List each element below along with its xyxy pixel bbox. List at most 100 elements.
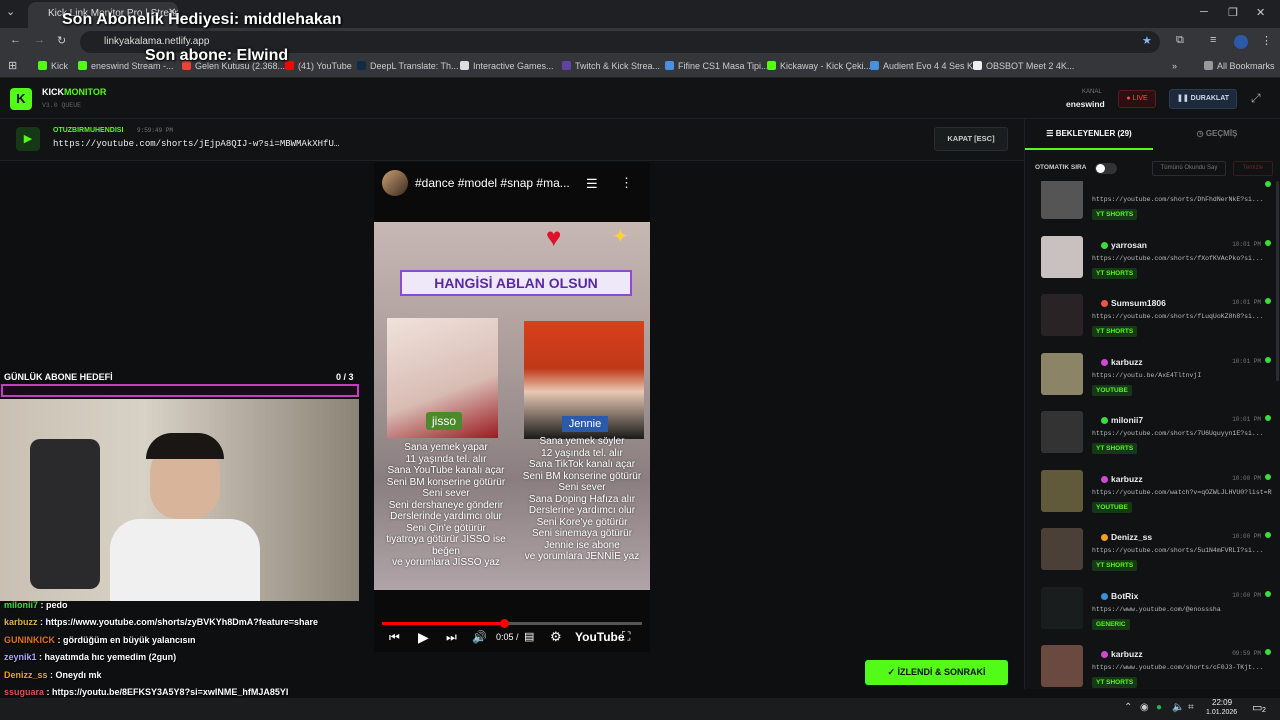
maximize-icon[interactable]: ❐ — [1228, 6, 1238, 19]
popout-icon[interactable]: ⤢ — [1251, 91, 1261, 106]
platform-icon — [1101, 651, 1108, 658]
bookmarks-overflow-icon[interactable]: » — [1172, 61, 1177, 71]
queue-item[interactable]: karbuzz 10:00 PM https://youtube.com/watch… — [1035, 468, 1272, 524]
queue-url[interactable]: https://youtube.com/watch?v=qOZWLJLHVU0?… — [1092, 489, 1272, 496]
bookmark-fifine[interactable]: Fifine CS1 Masa Tipi... — [665, 61, 769, 71]
chat-text: : gördüğüm en büyük yalancısın — [57, 634, 196, 645]
bookmark-youtube[interactable]: (41) YouTube — [285, 61, 352, 71]
queue-time: 10:01 PM — [1232, 357, 1261, 365]
clock-time[interactable]: 22:09 — [1212, 698, 1232, 707]
video-text-line: Derslerinde yardımcı olur — [390, 511, 502, 522]
close-video-button[interactable]: KAPAT [ESC] — [934, 127, 1008, 151]
chat-text: : https://www.youtube.com/shorts/zyBVKYh… — [40, 617, 318, 628]
fullscreen-icon[interactable]: ⛶ — [622, 629, 630, 644]
back-icon[interactable]: ← — [10, 34, 21, 46]
now-playing-url[interactable]: https://youtube.com/shorts/jEjpA8QIJ-w?s… — [53, 139, 339, 149]
video-text-line: Sana YouTube kanalı açar — [387, 465, 505, 476]
queue-url[interactable]: https://www.youtube.com/shorts/cF0J3-TKj… — [1092, 664, 1272, 671]
right-name-label: Jennie — [562, 416, 608, 432]
discord-icon[interactable]: ◉ — [1140, 702, 1149, 713]
notification-icon[interactable]: ▭ — [1252, 701, 1262, 714]
bookmark-twitch-kick[interactable]: Twitch & Kick Strea... — [562, 61, 660, 71]
forward-icon[interactable]: → — [34, 34, 45, 46]
channel-avatar[interactable] — [382, 170, 408, 196]
bookmark-audient[interactable]: Audient Evo 4 4 Ses K... — [870, 61, 981, 71]
bookmark-kick[interactable]: Kick — [38, 61, 68, 71]
menu-icon[interactable]: ⋮ — [1261, 34, 1272, 47]
mark-all-read-button[interactable]: Tümünü Okundu Say — [1152, 161, 1226, 176]
tab-waiting[interactable]: ☰ BEKLEYENLER (29) — [1025, 119, 1153, 150]
next-icon[interactable]: ⏭ — [446, 630, 457, 645]
queue-item[interactable]: milonii7 10:01 PM https://youtube.com/shor… — [1035, 409, 1271, 465]
volume-icon[interactable]: 🔊 — [472, 630, 487, 644]
app-version: V3.0 QUEUE — [42, 102, 82, 109]
video-text-line: Seni sinemaya götürür — [531, 528, 633, 539]
queue-item[interactable]: Sumsum1806 10:01 PM https://youtube.com/sh… — [1035, 292, 1271, 348]
online-dot — [1265, 473, 1271, 480]
bookmark-kickaway[interactable]: Kickaway - Kick Çeki... — [767, 61, 871, 71]
tab-list-icon[interactable]: ⌄ — [6, 5, 15, 18]
bookmark-obsbot[interactable]: OBSBOT Meet 2 4K... — [973, 61, 1074, 71]
queue-item[interactable]: Denizz_ss 10:00 PM https://youtube.com/sho… — [1035, 526, 1271, 582]
bookmark-star-icon[interactable]: ★ — [1142, 34, 1152, 47]
minimize-icon[interactable]: ─ — [1200, 6, 1208, 18]
queue-url[interactable]: https://youtube.com/shorts/5u1N4mFVRLI?s… — [1092, 547, 1272, 554]
media-icon[interactable]: ≡ — [1210, 34, 1216, 46]
window-close-icon[interactable]: ✕ — [1256, 6, 1265, 19]
tray-overflow-icon[interactable]: ⌃ — [1124, 702, 1132, 713]
previous-icon[interactable]: ⏮ — [389, 630, 400, 645]
extensions-icon[interactable]: ⧉ — [1176, 34, 1184, 47]
chat-message: karbuzz : https://www.youtube.com/shorts… — [4, 617, 318, 627]
video-progress-knob[interactable] — [500, 619, 510, 628]
queue-item[interactable]: karbuzz 09:59 PM https://www.youtube.com/s… — [1035, 643, 1271, 689]
queue-item[interactable]: https://youtube.com/shorts/DhFhdNerNkE?s… — [1035, 181, 1271, 231]
chat-user: Denizz_ss — [4, 669, 48, 680]
queue-url[interactable]: https://youtube.com/shorts/fLuqUoKZ8h8?s… — [1092, 313, 1272, 320]
app-header: K KICKMONITOR V3.0 QUEUE KANAL eneswind … — [0, 79, 1280, 119]
playlist-icon[interactable]: ☰ — [586, 176, 598, 192]
chat-text: : Oneydı mk — [50, 669, 102, 680]
clear-button[interactable]: Temizle — [1233, 161, 1273, 176]
network-icon[interactable]: ⌗ — [1188, 702, 1194, 713]
spotify-icon[interactable]: ● — [1156, 702, 1162, 713]
all-bookmarks[interactable]: All Bookmarks — [1204, 61, 1275, 71]
bookmark-deepl[interactable]: DeepL Translate: Th... — [357, 61, 459, 71]
video-text-line: Derslerine yardımcı olur — [528, 505, 636, 516]
play-icon[interactable]: ▶ — [418, 629, 429, 646]
queue-item[interactable]: BotRix 10:00 PM https://www.youtube.com/@e… — [1035, 585, 1271, 641]
watched-next-button[interactable]: ✓ İZLENDİ & SONRAKİ — [865, 660, 1008, 685]
video-time: 0:05 / — [496, 632, 519, 642]
pause-button[interactable]: ❚❚ DURAKLAT — [1169, 89, 1237, 109]
video-text-line: Seni sever — [558, 482, 606, 493]
queue-item[interactable]: yarrosan 10:01 PM https://youtube.com/shor… — [1035, 234, 1271, 290]
queue-url[interactable]: https://youtu.be/AxE4TltnvjI — [1092, 372, 1272, 379]
online-dot — [1265, 590, 1271, 597]
apps-grid-icon[interactable]: ⊞ — [8, 59, 17, 72]
settings-gear-icon[interactable]: ⚙ — [550, 629, 562, 645]
video-banner: HANGİSİ ABLAN OLSUN — [400, 270, 632, 296]
auto-queue-toggle[interactable] — [1095, 163, 1117, 174]
channel-name: eneswind — [1066, 99, 1105, 109]
queue-url[interactable]: https://youtube.com/shorts/DhFhdNerNkE?s… — [1092, 196, 1272, 203]
captions-icon[interactable]: ▤ — [524, 630, 534, 643]
video-text-line: Seni dershaneye gönderir — [388, 499, 504, 511]
video-text-line: Seni sever — [422, 488, 470, 499]
reload-icon[interactable]: ↻ — [57, 34, 66, 47]
queue-url[interactable]: https://www.youtube.com/@enosssha — [1092, 606, 1272, 613]
now-playing-time: 9:59:49 PM — [137, 127, 174, 134]
left-name-label: jisso — [426, 412, 462, 430]
queue-url[interactable]: https://youtube.com/shorts/fXofKVAcPko?s… — [1092, 255, 1272, 262]
tab-history[interactable]: ◷ GEÇMİŞ — [1153, 119, 1280, 150]
left-text: Sana yemek yapar 11 yaşında tel. alır Sana… — [379, 442, 513, 569]
queue-url[interactable]: https://youtube.com/shorts/7U6Uquyyn1E?s… — [1092, 430, 1272, 437]
youtube-logo[interactable]: YouTube — [575, 630, 625, 644]
more-options-icon[interactable]: ⋮ — [620, 175, 633, 191]
volume-tray-icon[interactable]: 🔈 — [1172, 702, 1184, 713]
queue-scrollbar[interactable] — [1276, 181, 1279, 381]
video-player[interactable]: #dance #model #snap #ma... ☰ ⋮ ♥ ✦ HANGİ… — [374, 162, 650, 652]
bookmark-games[interactable]: Interactive Games... — [460, 61, 554, 71]
video-progress-track[interactable] — [382, 619, 642, 628]
queue-user: yarrosan — [1101, 240, 1147, 250]
queue-item[interactable]: karbuzz 10:01 PM https://youtu.be/AxE4Tltn… — [1035, 351, 1271, 407]
profile-avatar[interactable] — [1234, 35, 1248, 49]
